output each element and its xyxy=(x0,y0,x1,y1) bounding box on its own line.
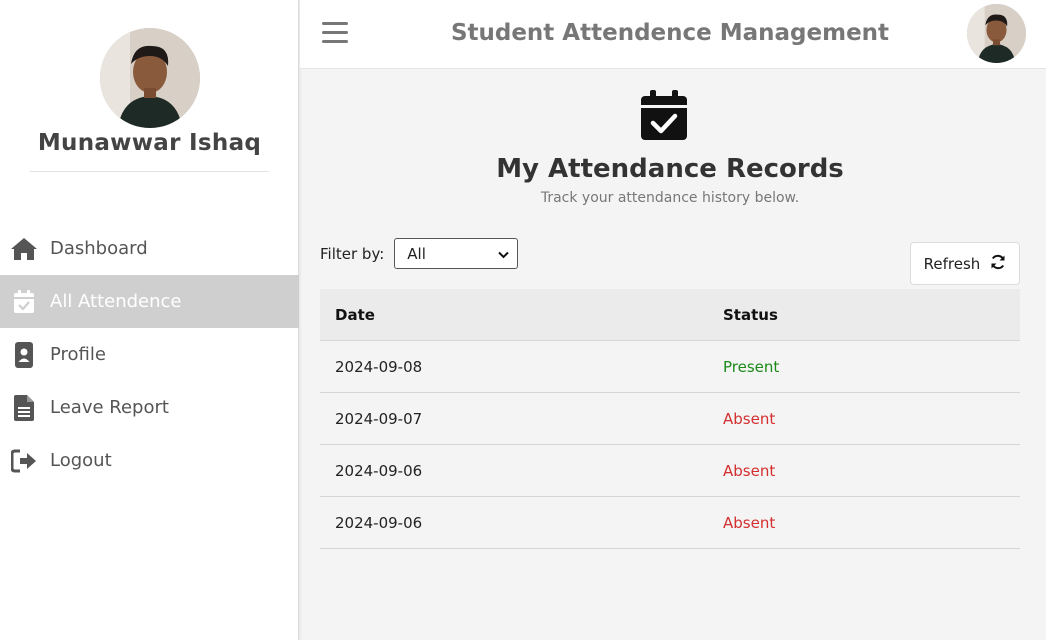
filter-bar: Filter by: All xyxy=(320,238,519,269)
cell-date: 2024-09-06 xyxy=(335,461,423,480)
calendar-check-icon xyxy=(641,90,687,140)
app-title: Student Attendence Management xyxy=(450,20,890,46)
table-header: Date Status xyxy=(320,289,1020,341)
cell-date: 2024-09-07 xyxy=(335,409,423,428)
cell-date: 2024-09-06 xyxy=(335,513,423,532)
filter-selected-value: All xyxy=(407,244,426,263)
refresh-label: Refresh xyxy=(923,254,981,273)
refresh-icon xyxy=(980,254,1006,274)
table-row: 2024-09-06 Absent xyxy=(320,497,1020,549)
page-title: My Attendance Records xyxy=(496,154,844,184)
sidebar-item-label: Dashboard xyxy=(50,238,148,259)
refresh-button[interactable]: Refresh xyxy=(910,242,1020,285)
sidebar: Munawwar Ishaq Dashboard All Attendence … xyxy=(0,0,299,640)
avatar xyxy=(100,28,200,128)
sidebar-item-label: All Attendence xyxy=(50,291,182,312)
calendar-check-icon xyxy=(10,288,38,316)
attendance-table: Date Status 2024-09-08 Present 2024-09-0… xyxy=(320,289,1020,549)
filter-select[interactable]: All xyxy=(394,238,519,269)
sidebar-item-label: Leave Report xyxy=(50,397,169,418)
cell-date: 2024-09-08 xyxy=(335,357,423,376)
table-row: 2024-09-07 Absent xyxy=(320,393,1020,445)
user-name: Munawwar Ishaq xyxy=(37,130,262,156)
main-content: My Attendance Records Track your attenda… xyxy=(300,70,1046,640)
status-badge: Absent xyxy=(723,409,776,428)
sidebar-item-logout[interactable]: Logout xyxy=(0,434,299,487)
document-icon xyxy=(10,394,38,422)
column-header-status: Status xyxy=(723,305,778,324)
chevron-down-icon xyxy=(498,245,509,263)
page-subtitle: Track your attendance history below. xyxy=(540,190,800,206)
status-badge: Absent xyxy=(723,513,776,532)
logout-icon xyxy=(10,447,38,475)
sidebar-nav: Dashboard All Attendence Profile Leave R… xyxy=(0,222,299,487)
top-header: Student Attendence Management xyxy=(300,0,1046,69)
column-header-date: Date xyxy=(335,305,375,324)
filter-label: Filter by: xyxy=(320,244,385,263)
sidebar-item-leave-report[interactable]: Leave Report xyxy=(0,381,299,434)
sidebar-item-profile[interactable]: Profile xyxy=(0,328,299,381)
table-row: 2024-09-08 Present xyxy=(320,341,1020,393)
status-badge: Present xyxy=(723,357,780,376)
sidebar-item-dashboard[interactable]: Dashboard xyxy=(0,222,299,275)
sidebar-item-label: Logout xyxy=(50,450,112,471)
profile-card: Munawwar Ishaq xyxy=(30,28,269,172)
home-icon xyxy=(10,235,38,263)
status-badge: Absent xyxy=(723,461,776,480)
header-avatar[interactable] xyxy=(967,4,1026,63)
table-row: 2024-09-06 Absent xyxy=(320,445,1020,497)
sidebar-item-all-attendence[interactable]: All Attendence xyxy=(0,275,299,328)
id-badge-icon xyxy=(10,341,38,369)
sidebar-item-label: Profile xyxy=(50,344,106,365)
